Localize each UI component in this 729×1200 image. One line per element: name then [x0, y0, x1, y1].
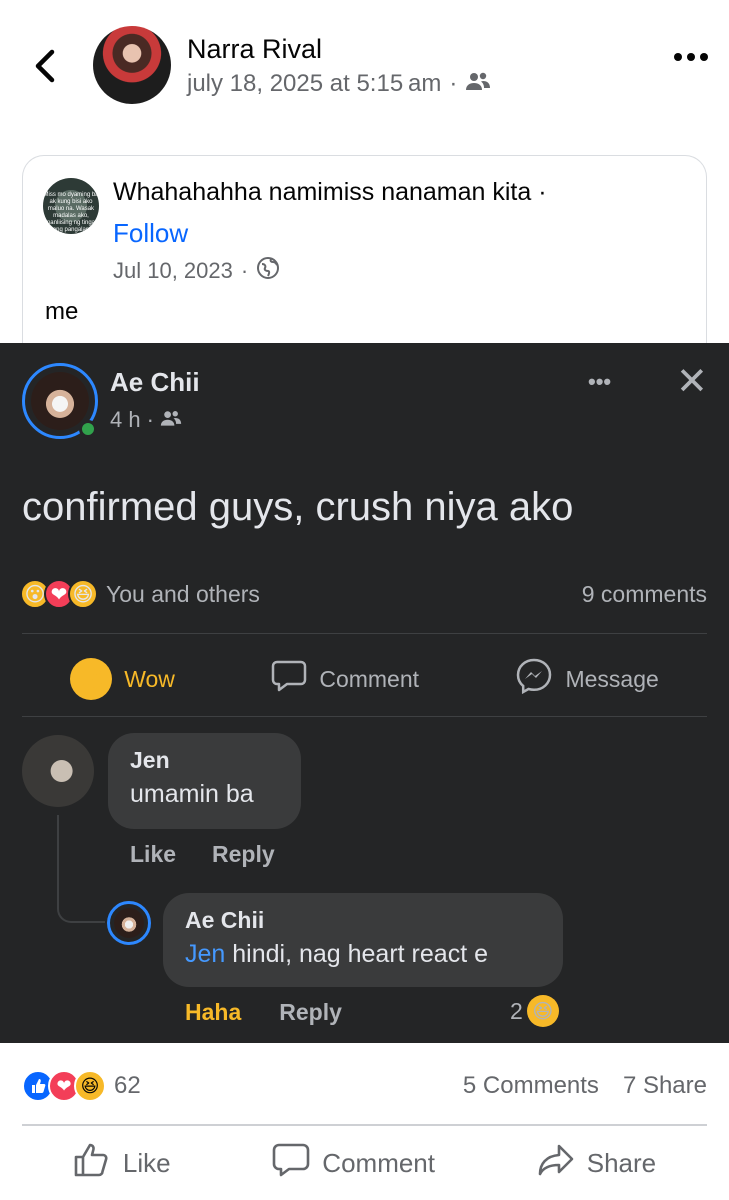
like-label: Like: [122, 1147, 171, 1178]
divider: [22, 716, 707, 717]
mention-tag: Jen: [185, 940, 226, 968]
share-label: Share: [586, 1147, 657, 1178]
message-label: Message: [565, 665, 659, 692]
thumbs-up-icon: [73, 1142, 111, 1185]
reaction-summary: You and others: [106, 580, 260, 607]
reply-reaction-count: 2: [510, 997, 523, 1024]
comment-text: umamin ba: [130, 780, 254, 808]
engagement-counts: 5 Comments 7 Share: [463, 1072, 707, 1100]
post-stats: ❤ 😆 62 5 Comments 7 Share: [22, 1065, 707, 1107]
comment-like-link: Like: [130, 841, 177, 867]
online-status-dot: [79, 420, 97, 438]
follow-button[interactable]: Follow: [113, 218, 188, 249]
more-dots-icon: •••: [588, 369, 612, 394]
wow-reaction-icon: 😮: [70, 658, 113, 700]
meta-separator: ·: [240, 258, 249, 283]
story-ring: [22, 363, 98, 439]
shared-page-name[interactable]: Whahahahha namimiss nanaman kita: [113, 178, 531, 206]
like-button[interactable]: Like: [73, 1142, 171, 1185]
commenter-avatar: [22, 735, 94, 807]
reply-actions: Haha Reply: [185, 999, 342, 1026]
reply-author: Ae Chii: [185, 907, 265, 933]
haha-reaction-icon: 😆: [68, 579, 98, 609]
reaction-summary[interactable]: ❤ 😆 62: [22, 1070, 141, 1102]
story-ring: [107, 901, 151, 945]
screenshot-post-time: 4 h: [110, 407, 141, 432]
comment-label: Comment: [322, 1147, 435, 1178]
author-name[interactable]: Narra Rival: [187, 34, 322, 65]
shared-post-date[interactable]: Jul 10, 2023: [113, 258, 233, 284]
replier-avatar: [114, 908, 144, 938]
share-arrow-icon: [537, 1143, 575, 1184]
meta-separator: ·: [146, 407, 154, 432]
title-separator: ·: [538, 178, 547, 206]
embedded-screenshot[interactable]: Ae Chii 4 h · ••• ✕ confirmed guys, crus…: [0, 343, 729, 1043]
comment-actions: Like Reply: [130, 841, 275, 868]
screenshot-post-meta: 4 h ·: [110, 407, 182, 433]
comment-label: Comment: [319, 665, 420, 692]
post-action-bar: Like Comment Share: [22, 1130, 707, 1196]
comment-reply-link: Reply: [212, 841, 275, 867]
more-dots-icon: [674, 53, 708, 61]
screenshot-action-bar: 😮 Wow Comment Message: [22, 643, 707, 715]
comment-icon: [271, 659, 307, 699]
comment-action: Comment: [271, 659, 419, 699]
more-options-button[interactable]: [673, 38, 709, 69]
close-icon: ✕: [676, 361, 708, 403]
comment-icon: [272, 1142, 310, 1185]
friends-icon: [465, 70, 491, 98]
friends-icon: [160, 407, 182, 433]
comments-count-link[interactable]: 5 Comments: [463, 1072, 599, 1100]
screenshot-author-name: Ae Chii: [110, 367, 200, 397]
reply-thread-line: [57, 815, 105, 923]
haha-reaction-icon: 😆: [74, 1070, 106, 1102]
reply-bubble: Ae Chii Jen hindi, nag heart react e: [163, 893, 563, 987]
page-avatar[interactable]: Miss mo dyaming ba ak kung bisi ako malu…: [43, 178, 99, 234]
shared-post-meta: Jul 10, 2023 ·: [113, 256, 280, 286]
screenshot-reactions: 😮 ❤ 😆 You and others: [20, 579, 260, 609]
shared-post-caption: me: [45, 298, 79, 325]
shared-post-title[interactable]: Whahahahha namimiss nanaman kita ·: [113, 178, 547, 207]
reply-body: hindi, nag heart react e: [225, 940, 488, 968]
globe-icon: [256, 256, 280, 286]
post-timestamp[interactable]: july 18, 2025 at 5:15 am: [187, 70, 441, 98]
meta-separator: ·: [449, 70, 458, 97]
message-action: Message: [515, 657, 659, 701]
screenshot-author-avatar: [31, 372, 89, 430]
comment-button[interactable]: Comment: [272, 1142, 435, 1185]
comment-author: Jen: [130, 747, 170, 773]
shares-count-link[interactable]: 7 Share: [623, 1072, 707, 1100]
comment-bubble: Jen umamin ba: [108, 733, 301, 829]
divider: [22, 633, 707, 634]
messenger-icon: [515, 657, 553, 701]
share-button[interactable]: Share: [537, 1143, 656, 1184]
reply-reaction-summary: 2 😆: [510, 995, 559, 1027]
reply-text: Jen hindi, nag heart react e: [185, 940, 541, 969]
reply-haha-link: Haha: [185, 999, 242, 1025]
post-header: Narra Rival july 18, 2025 at 5:15 am ·: [0, 0, 729, 130]
post-meta: july 18, 2025 at 5:15 am ·: [187, 70, 491, 98]
wow-action: 😮 Wow: [70, 658, 175, 700]
reply-reply-link: Reply: [279, 999, 342, 1025]
screenshot-post-text: confirmed guys, crush niya ako: [22, 485, 574, 529]
reaction-count[interactable]: 62: [114, 1072, 141, 1100]
haha-reaction-icon: 😆: [526, 995, 559, 1027]
divider: [22, 1124, 707, 1126]
author-avatar[interactable]: [93, 26, 171, 104]
wow-label: Wow: [124, 665, 175, 692]
screenshot-comment-count: 9 comments: [581, 581, 707, 607]
back-arrow-icon[interactable]: [30, 46, 60, 86]
